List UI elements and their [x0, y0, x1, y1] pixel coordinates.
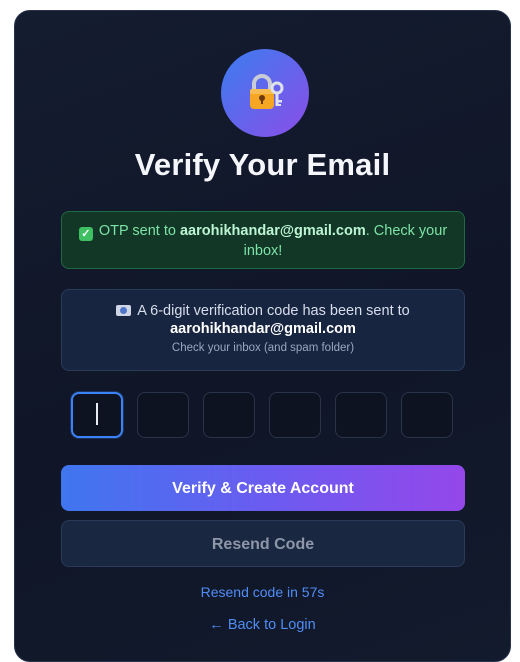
info-hint: Check your inbox (and spam folder): [171, 342, 355, 354]
info-message: A 6-digit verification code has been sen…: [137, 303, 410, 319]
page-title: Verify Your Email: [134, 147, 391, 182]
otp-digit-5[interactable]: [335, 392, 387, 438]
otp-digit-3[interactable]: [203, 392, 255, 438]
otp-digit-1[interactable]: [71, 392, 123, 438]
otp-digit-2[interactable]: [137, 392, 189, 438]
info-email: aarohikhandar@gmail.com: [170, 321, 356, 337]
envelope-icon: [116, 305, 132, 316]
verify-card: Verify Your Email ✓ OTP sent to aarohikha…: [14, 10, 511, 662]
otp-digit-4[interactable]: [269, 392, 321, 438]
verify-create-account-button[interactable]: Verify & Create Account: [61, 465, 465, 511]
lock-with-key-icon: [221, 49, 309, 137]
alert-prefix: OTP sent to: [98, 223, 180, 239]
resend-code-button[interactable]: Resend Code: [61, 520, 465, 567]
otp-sent-alert: ✓ OTP sent to aarohikhandar@gmail.com. Ch…: [61, 211, 465, 269]
verification-info-panel: A 6-digit verification code has been sen…: [61, 289, 465, 371]
otp-input-group: [71, 392, 461, 440]
alert-email: aarohikhandar@gmail.com: [179, 223, 366, 239]
back-to-login-link[interactable]: ← Back to Login: [15, 617, 510, 633]
resend-timer: Resend code in 57s: [200, 584, 325, 600]
info-message-line: A 6-digit verification code has been sen…: [62, 302, 464, 320]
check-box-icon: ✓: [78, 227, 93, 241]
otp-digit-6[interactable]: [401, 392, 453, 438]
